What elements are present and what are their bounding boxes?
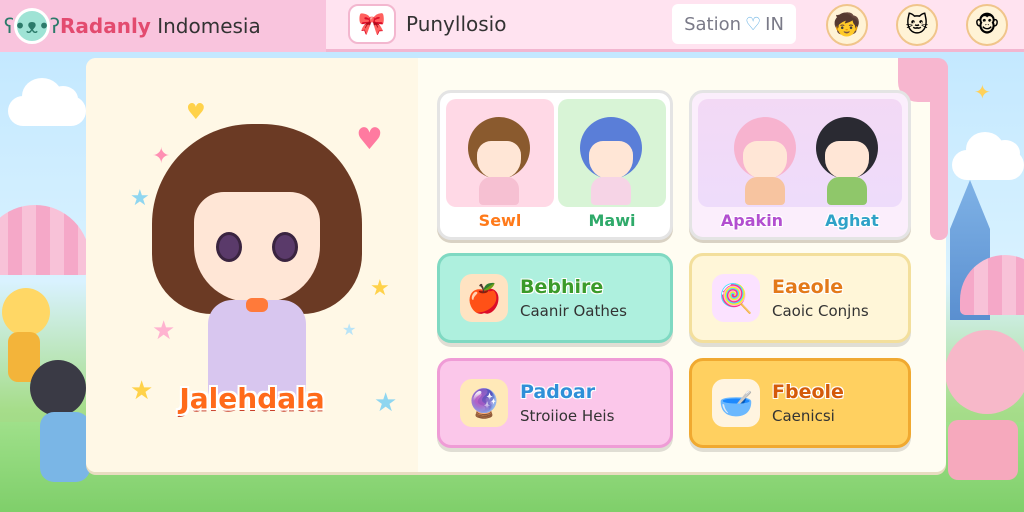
heart-outline-icon: ♡	[745, 13, 762, 35]
parasol-decoration	[0, 205, 90, 275]
character-card-duo[interactable]: Apakin Aghat	[689, 90, 911, 240]
cloud-decoration	[952, 132, 1024, 180]
menu-subtitle: Caoic Conjns	[772, 302, 869, 320]
chibi-outfit	[827, 177, 867, 205]
cloud-decoration	[8, 78, 86, 126]
panel-scrollbar[interactable]	[930, 60, 948, 240]
character-portrait-mawi[interactable]	[558, 99, 666, 207]
menu-button-bebhire[interactable]: 🍎 Bebhire Caanir Oathes	[437, 253, 673, 343]
bowl-icon: 🥣	[712, 379, 760, 427]
menu-button-padoar[interactable]: 🔮 Padoar Stroiioe Heis	[437, 358, 673, 448]
star-icon: ★	[130, 186, 150, 211]
background-character-head	[945, 330, 1024, 414]
chibi-outfit	[745, 177, 785, 205]
chibi-face	[477, 141, 521, 179]
menu-button-eaeole[interactable]: 🍭 Eaeole Caoic Conjns	[689, 253, 911, 343]
character-name-apakin: Apakin	[720, 211, 784, 230]
cat-avatar-icon[interactable]: 🐱	[896, 4, 938, 46]
menu-subtitle: Stroiioe Heis	[520, 407, 615, 425]
character-name-sewl: Sewl	[478, 211, 522, 230]
menu-subtitle: Caenicsi	[772, 407, 835, 425]
chibi-outfit	[591, 177, 631, 205]
menu-button-fbeole[interactable]: 🥣 Fbeole Caenicsi	[689, 358, 911, 448]
app-title: Radanly Indomesia	[60, 14, 261, 38]
bear-logo-icon[interactable]: ʕ•ᴥ•ʔ	[4, 8, 60, 44]
bow-tab-icon[interactable]: 🎀	[348, 4, 396, 44]
background-character-head	[2, 288, 50, 336]
section-label: Sation	[684, 13, 741, 35]
character-card-pair[interactable]: Sewl Mawi	[437, 90, 673, 240]
character-name-aghat: Aghat	[825, 211, 879, 230]
hero-bow	[246, 298, 268, 312]
background-character-head	[30, 360, 86, 416]
hero-eye	[216, 232, 242, 262]
menu-title: Eaeole	[772, 276, 844, 298]
hero-character[interactable]	[152, 124, 362, 424]
chibi-face	[825, 141, 869, 179]
chibi-face	[743, 141, 787, 179]
background-basket	[948, 420, 1018, 480]
hero-name: Jalehdala	[179, 382, 325, 415]
hero-showcase: ♥ ✦ ★ ♥ ★ ★ ★ ★ ★ Jalehdala	[86, 58, 418, 472]
character-portrait-apakin-aghat[interactable]	[698, 99, 902, 207]
heart-icon: ♥	[186, 100, 206, 125]
hero-face	[194, 192, 320, 302]
app-header: ʕ•ᴥ•ʔ Radanly Indomesia	[0, 0, 326, 52]
sparkle-icon: ✦	[974, 80, 991, 104]
app-brand: Radanly	[60, 14, 151, 38]
apple-stand-icon: 🍎	[460, 274, 508, 322]
chibi-outfit	[479, 177, 519, 205]
section-selector[interactable]: Sation ♡ IN	[672, 4, 796, 44]
tab-title: Punyllosio	[406, 12, 507, 36]
monkey-avatar-icon[interactable]: 🐵	[966, 4, 1008, 46]
top-bar: ʕ•ᴥ•ʔ Radanly Indomesia 🎀 Punyllosio Sat…	[0, 0, 1024, 52]
character-portrait-sewl[interactable]	[446, 99, 554, 207]
star-icon: ★	[370, 276, 390, 301]
menu-subtitle: Caanir Oathes	[520, 302, 627, 320]
section-suffix: IN	[765, 13, 784, 35]
wand-icon: 🍭	[712, 274, 760, 322]
hero-eye	[272, 232, 298, 262]
background-character-body	[40, 412, 90, 482]
friend-avatar-icon[interactable]: 🧒	[826, 4, 868, 46]
menu-title: Fbeole	[772, 381, 844, 403]
menu-title: Bebhire	[520, 276, 604, 298]
orbs-icon: 🔮	[460, 379, 508, 427]
app-title-rest: Indomesia	[150, 14, 261, 38]
menu-title: Padoar	[520, 381, 596, 403]
character-name-mawi: Mawi	[588, 211, 636, 230]
chibi-face	[589, 141, 633, 179]
